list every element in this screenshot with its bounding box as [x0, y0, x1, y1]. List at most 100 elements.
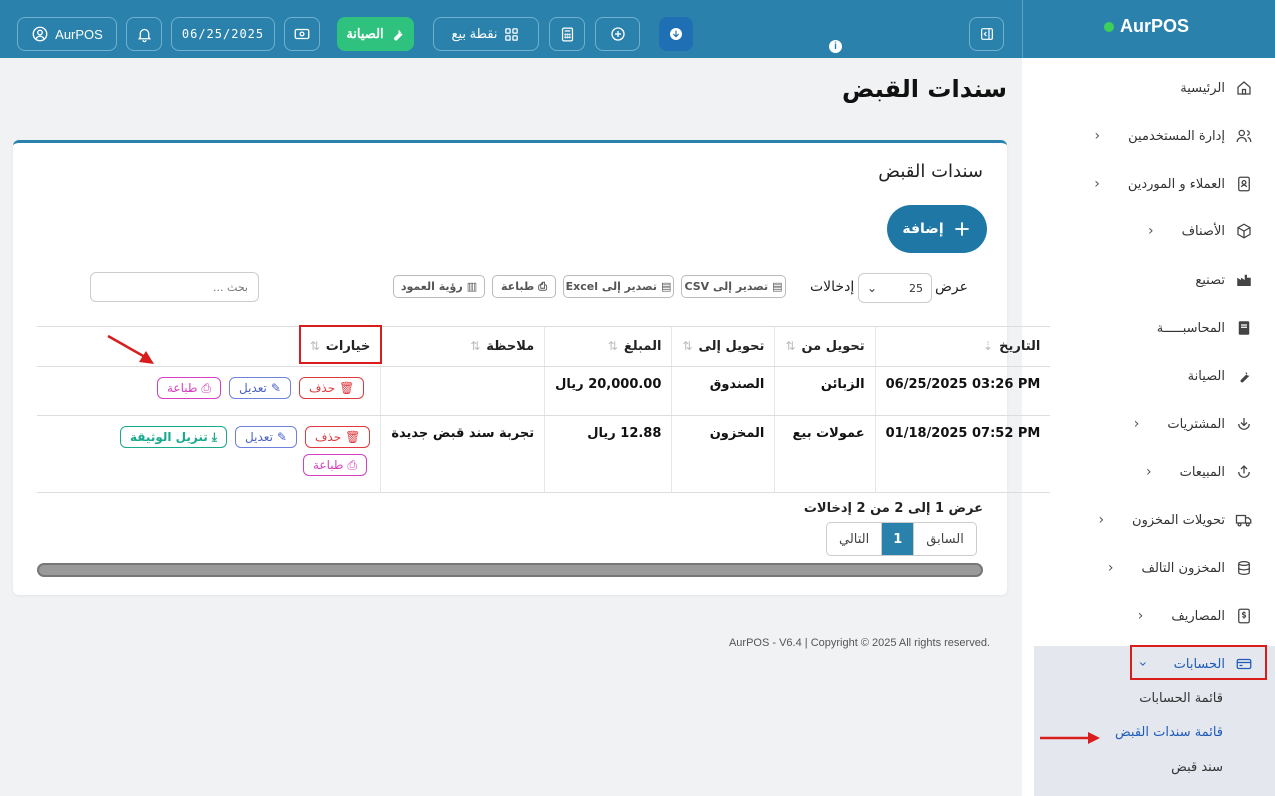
- column-header-date[interactable]: التاريخ⇣: [874, 326, 1051, 367]
- column-header-note[interactable]: ملاحظة⇅: [380, 326, 545, 367]
- sidebar-item-label: الصيانة: [1187, 368, 1225, 384]
- export-excel-button[interactable]: ▤ تصدير إلى Excel: [563, 275, 674, 298]
- add-button[interactable]: إضافة: [887, 205, 987, 253]
- edit-row-button[interactable]: ✎ تعديل: [235, 426, 297, 448]
- submenu-item-receipts-list[interactable]: قائمة سندات القبض: [1115, 725, 1223, 740]
- sidebar-item-home[interactable]: الرئيسية: [1180, 73, 1253, 103]
- sidebar-item-label: إدارة المستخدمين: [1128, 128, 1225, 144]
- home-icon: [1237, 81, 1251, 95]
- column-visibility-label: رؤية العمود: [400, 280, 463, 293]
- page-title: سندات القبض: [841, 75, 1007, 103]
- pagination-page-1[interactable]: 1: [881, 523, 914, 555]
- receipts-card: سندات القبض إضافة عرض ⌄ 25 إدخالات ▤ تصد…: [13, 140, 1051, 595]
- sidebar-item-maintenance[interactable]: الصيانة: [1188, 361, 1253, 391]
- user-menu-button[interactable]: AurPOS: [17, 17, 117, 51]
- maintenance-button[interactable]: الصيانة: [337, 17, 414, 51]
- cell-amount: 12.88 ريال: [544, 415, 672, 493]
- calculator-button[interactable]: [549, 17, 585, 51]
- sidebar-toggle-icon: [980, 28, 993, 40]
- receipts-table: التاريخ⇣ تحويل من⇅ تحويل إلى⇅ المبلغ⇅ مل…: [37, 326, 1051, 493]
- submenu-item-new-receipt[interactable]: سند قبض: [1171, 760, 1223, 775]
- card-title: سندات القبض: [878, 161, 983, 182]
- date-display: 06/25/2025: [171, 17, 275, 51]
- money-icon: [294, 28, 310, 40]
- cell-options: ⤓ تنزيل الوثيقة ✎ تعديل 🗑 حذف ⎙ طباعة: [37, 415, 381, 493]
- print-row-button[interactable]: ⎙ طباعة: [303, 454, 368, 476]
- table-info: عرض 1 إلى 2 من 2 إدخالات: [803, 501, 983, 516]
- print-label: طباعة: [501, 280, 535, 293]
- brand-logo[interactable]: AurPOS: [1103, 16, 1189, 37]
- sidebar-item-sales[interactable]: المبيعات ‹: [1146, 457, 1253, 487]
- search-input[interactable]: [90, 272, 259, 302]
- sidebar-item-label: العملاء و الموردين: [1127, 176, 1225, 192]
- annotation-arrow-icon: [1040, 732, 1100, 744]
- delete-row-button[interactable]: 🗑 حذف: [298, 377, 365, 399]
- sidebar-item-label: تحويلات المخزون: [1132, 512, 1225, 528]
- top-bar: AurPOS 06/25/2025 الصيانة نقطة بيع: [0, 0, 1022, 58]
- cell-date: 06/25/2025 03:26 PM: [874, 366, 1051, 416]
- sidebar-item-stock-transfers[interactable]: تحويلات المخزون ‹: [1098, 505, 1253, 535]
- sidebar-item-accounting[interactable]: المحاسبـــــة: [1157, 313, 1253, 343]
- cell-date: 01/18/2025 07:52 PM: [874, 415, 1051, 493]
- user-circle-icon: [32, 26, 48, 42]
- printer-icon: ⎙: [347, 457, 358, 472]
- truck-icon: [1235, 514, 1252, 527]
- sidebar-toggle-button[interactable]: [969, 17, 1004, 51]
- download-document-button[interactable]: ⤓ تنزيل الوثيقة: [120, 426, 228, 448]
- grid-icon: [505, 27, 519, 41]
- pagination: السابق 1 التالي: [826, 522, 977, 556]
- notifications-button[interactable]: [126, 17, 162, 51]
- sidebar-item-label: الأصناف: [1181, 223, 1225, 239]
- sidebar-item-purchases[interactable]: المشتريات ‹: [1134, 409, 1253, 439]
- edit-row-button[interactable]: ✎ تعديل: [229, 377, 291, 399]
- delete-row-button[interactable]: 🗑 حذف: [304, 426, 371, 448]
- chevron-left-icon: ‹: [1098, 512, 1105, 528]
- file-icon: ▤: [772, 280, 783, 293]
- cell-from: عمولات بيع: [774, 415, 876, 493]
- submenu-item-accounts-list[interactable]: قائمة الحسابات: [1139, 691, 1223, 706]
- pos-button[interactable]: نقطة بيع: [433, 17, 539, 51]
- export-csv-button[interactable]: ▤ تصدير إلى CSV: [681, 275, 786, 298]
- sidebar-item-products[interactable]: الأصناف ‹: [1148, 216, 1253, 246]
- maintenance-label: الصيانة: [346, 26, 384, 41]
- annotation-arrow-icon: [107, 334, 154, 364]
- current-date: 06/25/2025: [181, 27, 265, 41]
- box-icon: [1237, 223, 1251, 239]
- pagination-next[interactable]: التالي: [827, 523, 881, 555]
- cash-register-button[interactable]: [284, 17, 320, 51]
- sidebar-item-label: المخزون التالف: [1141, 560, 1225, 576]
- plus-circle-icon: [610, 27, 625, 41]
- download-app-button[interactable]: [659, 17, 693, 51]
- print-row-button[interactable]: ⎙ طباعة: [157, 377, 222, 399]
- show-label: عرض: [935, 279, 969, 295]
- sidebar-item-customers[interactable]: العملاء و الموردين ‹: [1094, 169, 1253, 199]
- column-header-to[interactable]: تحويل إلى⇅: [671, 326, 775, 367]
- cell-amount: 20,000.00 ريال: [544, 366, 672, 416]
- cell-options: ⎙ طباعة ✎ تعديل 🗑 حذف: [37, 366, 381, 416]
- horizontal-scrollbar[interactable]: [37, 563, 983, 577]
- column-header-from[interactable]: تحويل من⇅: [774, 326, 876, 367]
- info-icon[interactable]: i: [829, 40, 842, 53]
- factory-icon: [1237, 274, 1251, 286]
- database-icon: [1238, 560, 1250, 576]
- chevron-left-icon: ‹: [1137, 608, 1144, 624]
- table-row: 01/18/2025 07:52 PM عمولات بيع المخزون 1…: [37, 415, 1051, 493]
- calculator-icon: [561, 26, 573, 42]
- print-button[interactable]: ⎙ طباعة: [492, 275, 556, 298]
- sidebar-item-manufacturing[interactable]: تصنيع: [1195, 265, 1253, 295]
- add-new-button[interactable]: [595, 17, 640, 51]
- sidebar-item-damaged-stock[interactable]: المخزون التالف ‹: [1108, 553, 1253, 583]
- page-length-select[interactable]: ⌄ 25: [858, 273, 932, 303]
- wrench-icon: [393, 28, 403, 40]
- pagination-previous[interactable]: السابق: [913, 523, 976, 555]
- cell-from: الزبائن: [774, 366, 876, 416]
- column-header-amount[interactable]: المبلغ⇅: [544, 326, 672, 367]
- sidebar-item-label: المبيعات: [1179, 464, 1225, 480]
- brand-bar: AurPOS: [1022, 0, 1275, 58]
- receipt-dollar-icon: [1238, 608, 1250, 624]
- trash-icon: 🗑: [339, 381, 355, 395]
- sidebar-item-expenses[interactable]: المصاريف ‹: [1138, 601, 1253, 631]
- sidebar-item-users[interactable]: إدارة المستخدمين ‹: [1095, 121, 1253, 151]
- bell-icon: [137, 28, 151, 42]
- column-visibility-button[interactable]: ▥ رؤية العمود: [393, 275, 485, 298]
